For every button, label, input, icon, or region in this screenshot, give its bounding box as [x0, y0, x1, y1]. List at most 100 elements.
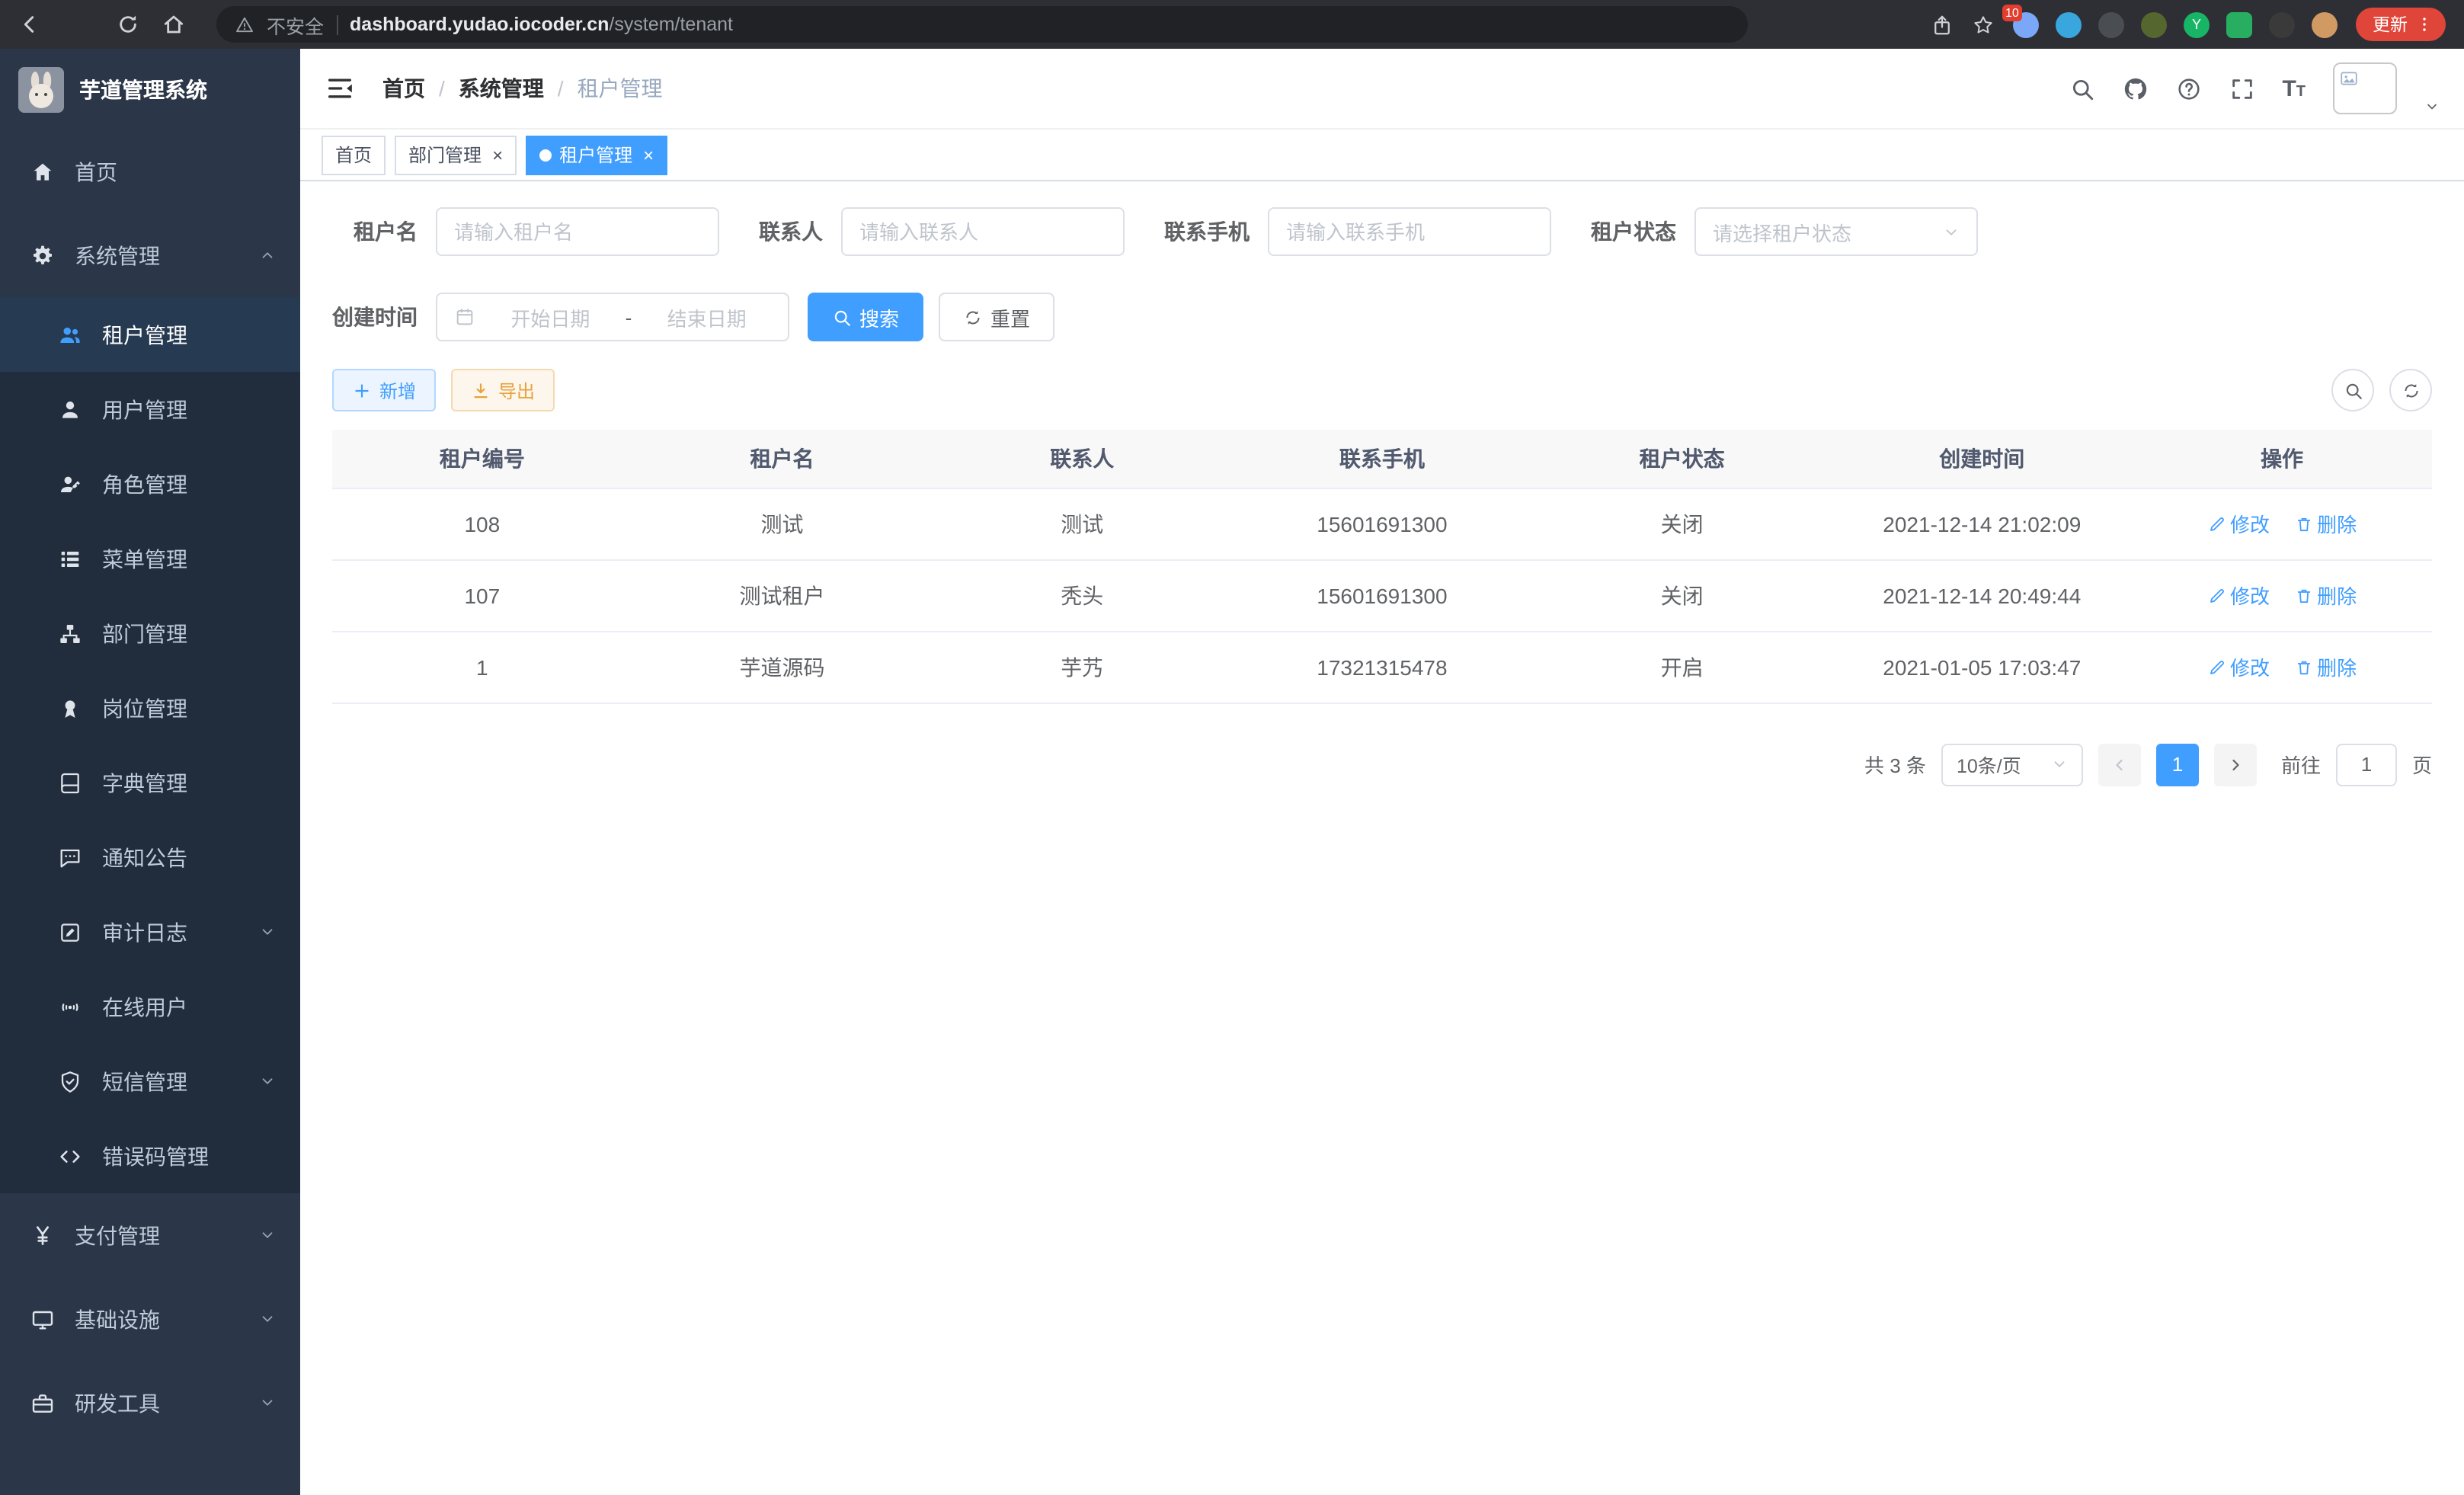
sidebar-item-sms[interactable]: 短信管理: [0, 1044, 300, 1119]
extension-icon-1[interactable]: 10: [2013, 11, 2039, 37]
sidebar-item-home[interactable]: 首页: [0, 130, 300, 213]
extension-icon-4[interactable]: [2141, 11, 2167, 37]
bookmark-star-icon[interactable]: [1972, 13, 1995, 36]
sidebar-item-role[interactable]: 角色管理: [0, 447, 300, 521]
header-search-icon[interactable]: [2069, 75, 2094, 101]
phone-input[interactable]: [1268, 207, 1551, 256]
next-page-button[interactable]: [2214, 743, 2257, 786]
edit-icon: [2207, 586, 2226, 604]
browser-back-icon[interactable]: [18, 12, 43, 37]
sidebar-item-online[interactable]: 在线用户: [0, 969, 300, 1044]
page-size-select[interactable]: 10条/页: [1941, 743, 2083, 786]
contact-input[interactable]: [841, 207, 1125, 256]
tab-tenant[interactable]: 租户管理 ×: [526, 135, 667, 174]
extension-icon-5[interactable]: Y: [2184, 11, 2210, 37]
sidebar-item-dict[interactable]: 字典管理: [0, 745, 300, 820]
edit-button[interactable]: 修改: [2207, 509, 2270, 538]
sidebar-item-audit[interactable]: 审计日志: [0, 895, 300, 969]
sidebar-item-menu[interactable]: 菜单管理: [0, 521, 300, 596]
edit-icon: [2207, 514, 2226, 533]
cell-phone: 15601691300: [1232, 559, 1532, 631]
column-header: 联系人: [932, 430, 1232, 488]
add-button[interactable]: 新增: [332, 369, 436, 411]
refresh-icon: [963, 307, 983, 327]
font-size-icon[interactable]: TT: [2282, 75, 2306, 101]
status-select[interactable]: 请选择租户状态: [1694, 207, 1978, 256]
breadcrumb-item[interactable]: 系统管理: [459, 73, 544, 104]
chevron-right-icon: [2226, 755, 2245, 773]
sidebar-item-pay[interactable]: 支付管理: [0, 1193, 300, 1277]
avatar-caret-icon[interactable]: [2424, 99, 2440, 114]
chevron-down-icon: [2051, 756, 2068, 773]
chevron-up-icon: [259, 247, 276, 264]
extension-icon-2[interactable]: [2056, 11, 2082, 37]
cell-status: 开启: [1532, 631, 1832, 703]
sidebar-item-system[interactable]: 系统管理: [0, 213, 300, 297]
refresh-table-button[interactable]: [2389, 369, 2432, 411]
address-bar[interactable]: 不安全 dashboard.yudao.iocoder.cn/system/te…: [216, 6, 1748, 43]
search-button-label: 搜索: [859, 303, 899, 331]
help-icon[interactable]: [2175, 75, 2201, 101]
delete-label: 删除: [2317, 509, 2357, 538]
browser-chrome: 不安全 dashboard.yudao.iocoder.cn/system/te…: [0, 0, 2464, 49]
fullscreen-icon[interactable]: [2229, 75, 2254, 101]
page-1-button[interactable]: 1: [2156, 743, 2199, 786]
sidebar-item-dept[interactable]: 部门管理: [0, 596, 300, 671]
chevron-down-icon: [259, 1227, 276, 1244]
filter-row-1: 租户名 联系人 联系手机 租户状态 请选择租户状态: [332, 207, 2432, 256]
trash-icon: [2294, 514, 2312, 533]
breadcrumb-item[interactable]: 首页: [382, 73, 425, 104]
sidebar-collapse-icon[interactable]: [325, 73, 355, 104]
browser-home-icon[interactable]: [162, 12, 186, 37]
browser-menu-icon[interactable]: [2415, 15, 2434, 34]
delete-button[interactable]: 删除: [2294, 652, 2357, 681]
reset-button[interactable]: 重置: [939, 293, 1054, 341]
extension-icon-3[interactable]: [2098, 11, 2124, 37]
delete-button[interactable]: 删除: [2294, 581, 2357, 610]
tag-tabs-bar: 首页部门管理× 租户管理 ×: [300, 130, 2464, 181]
export-button[interactable]: 导出: [451, 369, 555, 411]
tab-dept[interactable]: 部门管理×: [395, 135, 517, 174]
yen-icon: [30, 1223, 55, 1247]
prev-page-button[interactable]: [2098, 743, 2141, 786]
contact-label: 联系人: [759, 216, 823, 247]
sidebar-item-tenant[interactable]: 租户管理: [0, 297, 300, 372]
filter-contact: 联系人: [759, 207, 1125, 256]
security-warning-icon[interactable]: [235, 14, 254, 34]
sidebar-menu: 首页系统管理租户管理用户管理角色管理菜单管理部门管理岗位管理字典管理通知公告审计…: [0, 130, 300, 1495]
column-header: 操作: [2132, 430, 2432, 488]
top-header: 首页/系统管理/租户管理 TT: [300, 49, 2464, 130]
sidebar-item-notice[interactable]: 通知公告: [0, 820, 300, 895]
tab-home[interactable]: 首页: [322, 135, 386, 174]
sidebar-item-infra[interactable]: 基础设施: [0, 1277, 300, 1361]
tab-close-icon[interactable]: ×: [643, 144, 654, 165]
browser-reload-icon[interactable]: [116, 12, 140, 37]
sidebar-item-errcode[interactable]: 错误码管理: [0, 1119, 300, 1193]
cell-status: 关闭: [1532, 559, 1832, 631]
edit-button[interactable]: 修改: [2207, 581, 2270, 610]
tenant-name-input[interactable]: [436, 207, 719, 256]
app-logo[interactable]: 芋道管理系统: [0, 49, 300, 130]
delete-button[interactable]: 删除: [2294, 509, 2357, 538]
github-icon[interactable]: [2122, 75, 2148, 101]
extension-icon-7[interactable]: [2269, 11, 2295, 37]
list-icon: [58, 546, 82, 571]
extension-icon-8[interactable]: [2312, 11, 2338, 37]
edit-button[interactable]: 修改: [2207, 652, 2270, 681]
search-button[interactable]: 搜索: [808, 293, 923, 341]
extension-icon-6[interactable]: [2226, 11, 2252, 37]
tab-label: 租户管理: [559, 142, 632, 168]
sidebar-item-label: 系统管理: [75, 240, 160, 271]
share-icon[interactable]: [1931, 13, 1954, 36]
update-button[interactable]: 更新: [2356, 8, 2446, 41]
goto-page-input[interactable]: [2336, 743, 2397, 786]
user-avatar[interactable]: [2333, 62, 2397, 114]
toggle-search-button[interactable]: [2331, 369, 2374, 411]
sidebar-item-dev[interactable]: 研发工具: [0, 1361, 300, 1445]
column-header: 租户名: [632, 430, 933, 488]
sidebar-item-post[interactable]: 岗位管理: [0, 671, 300, 745]
create-time-range-picker[interactable]: 开始日期 - 结束日期: [436, 293, 789, 341]
sidebar-item-user[interactable]: 用户管理: [0, 372, 300, 447]
logo-avatar: [18, 66, 64, 112]
tab-close-icon[interactable]: ×: [492, 144, 503, 165]
